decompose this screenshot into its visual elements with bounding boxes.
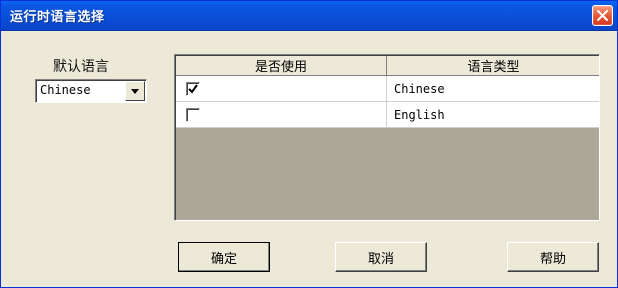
enabled-cell	[176, 76, 387, 101]
check-icon	[188, 83, 198, 94]
table-rows: Chinese English	[176, 76, 599, 128]
cancel-button[interactable]: 取消	[335, 242, 427, 272]
runtime-language-dialog: 运行时语言选择 默认语言 Chinese 是否使用 语言类型 Chinese E…	[0, 0, 618, 288]
column-header-language-type: 语言类型	[467, 60, 520, 75]
language-enabled-checkbox[interactable]	[186, 107, 200, 122]
default-language-dropdown[interactable]: Chinese	[35, 79, 147, 103]
column-header-enabled: 是否使用	[176, 56, 387, 75]
table-header: 是否使用 语言类型	[176, 56, 599, 76]
default-language-value: Chinese	[40, 83, 91, 97]
language-type-cell: English	[394, 107, 445, 122]
table-row: English	[176, 102, 599, 128]
window-title: 运行时语言选择	[10, 10, 105, 25]
title-bar: 运行时语言选择	[1, 1, 617, 31]
help-button[interactable]: 帮助	[507, 242, 599, 272]
table-row: Chinese	[176, 76, 599, 102]
dropdown-arrow-button[interactable]	[125, 81, 145, 101]
close-button[interactable]	[592, 5, 613, 26]
language-type-cell: Chinese	[394, 81, 445, 96]
default-language-label: 默认语言	[53, 59, 109, 75]
language-table: 是否使用 语言类型 Chinese English	[174, 54, 600, 221]
language-enabled-checkbox[interactable]	[186, 81, 200, 96]
close-icon	[597, 10, 608, 21]
ok-button[interactable]: 确定	[178, 242, 270, 272]
enabled-cell	[176, 102, 387, 127]
